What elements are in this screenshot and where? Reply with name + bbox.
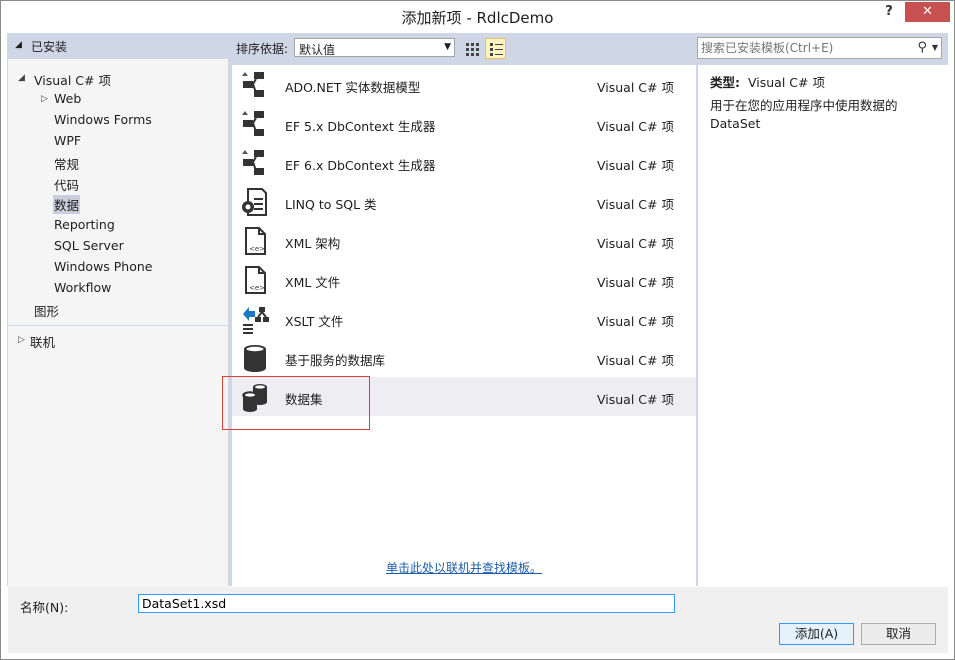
sort-dropdown[interactable]: 默认值 ▼ [294,38,455,57]
small-icons-view-button[interactable] [461,38,482,59]
template-row[interactable]: LINQ to SQL 类 Visual C# 项 [232,182,696,221]
template-type: Visual C# 项 [597,314,674,329]
collapsed-triangle-icon[interactable]: ▷ [41,94,48,104]
linq-to-sql-icon [242,188,267,216]
template-type: Visual C# 项 [597,392,674,407]
search-input[interactable] [701,40,906,56]
name-input[interactable] [138,594,675,613]
template-name: EF 6.x DbContext 生成器 [285,158,436,173]
template-tree: ◢ 已安装 ◢ Visual C# 项 ▷ Web Windows Forms … [8,33,228,587]
description-text: 用于在您的应用程序中使用数据的 DataSet [710,98,898,131]
tree-item-data[interactable]: 数据 [53,195,81,214]
tree-item-code[interactable]: 代码 [54,175,79,194]
online-templates-link[interactable]: 单击此处以联机并查找模板。 [386,559,542,576]
xml-file-icon: <e> [245,266,266,294]
xslt-file-icon [243,307,269,334]
details-view-button[interactable] [485,38,506,59]
xml-schema-icon: <e> [245,227,266,255]
search-templates[interactable]: ⚲ ▼ [697,37,942,59]
svg-text:<e>: <e> [249,245,265,253]
cancel-button[interactable]: 取消 [861,623,936,645]
sort-dropdown-value: 默认值 [299,43,336,57]
tree-header-installed[interactable]: ◢ 已安装 [8,33,228,59]
template-name: EF 5.x DbContext 生成器 [285,119,436,134]
svg-text:<e>: <e> [249,284,265,292]
template-row[interactable]: <e> XML 文件 Visual C# 项 [232,260,696,299]
collapse-triangle-icon: ◢ [15,40,22,50]
add-button[interactable]: 添加(A) [779,623,854,645]
tree-item-sql-server[interactable]: SQL Server [54,238,124,253]
template-row[interactable]: 基于服务的数据库 Visual C# 项 [232,338,696,377]
template-name: XML 架构 [285,236,341,251]
template-name: ADO.NET 实体数据模型 [285,80,421,95]
tree-item-graphics[interactable]: 图形 [34,301,59,320]
template-type: Visual C# 项 [597,158,674,173]
entity-model-icon [242,72,264,97]
expanded-triangle-icon[interactable]: ◢ [18,73,25,83]
database-icon [244,345,266,372]
template-name: XSLT 文件 [285,314,344,329]
tree-item-wpf[interactable]: WPF [54,133,81,148]
description-type-value: Visual C# 项 [748,75,825,90]
description-type-label: 类型: [710,75,740,90]
highlight-annotation-box [222,376,370,430]
template-type: Visual C# 项 [597,197,674,212]
template-row[interactable]: <e> XML 架构 Visual C# 项 [232,221,696,260]
tree-item-reporting[interactable]: Reporting [54,217,115,232]
template-type: Visual C# 项 [597,353,674,368]
dbcontext-generator-icon [242,111,264,136]
tree-divider [8,325,228,326]
template-type: Visual C# 项 [597,236,674,251]
tree-item-web[interactable]: Web [54,91,81,106]
template-type: Visual C# 项 [597,275,674,290]
template-name: XML 文件 [285,275,341,290]
template-name: LINQ to SQL 类 [285,197,377,212]
close-button[interactable]: ✕ [905,2,950,22]
tree-item-general[interactable]: 常规 [54,154,79,173]
tree-item-workflow[interactable]: Workflow [54,280,111,295]
template-row[interactable]: ADO.NET 实体数据模型 Visual C# 项 [232,65,696,104]
tree-item-windows-forms[interactable]: Windows Forms [54,112,152,127]
help-button[interactable]: ? [879,4,899,22]
dbcontext-generator-icon [242,150,264,175]
template-type: Visual C# 项 [597,119,674,134]
chevron-down-icon[interactable]: ▼ [932,43,938,52]
sort-label: 排序依据: [236,42,289,56]
tree-item-windows-phone[interactable]: Windows Phone [54,259,153,274]
collapsed-triangle-icon[interactable]: ▷ [18,335,25,345]
chevron-down-icon: ▼ [444,42,451,52]
title-bar: 添加新项 - RdlcDemo ? ✕ [1,1,954,32]
template-row[interactable]: EF 5.x DbContext 生成器 Visual C# 项 [232,104,696,143]
description-panel [698,65,948,586]
name-label: 名称(N): [20,600,69,615]
window-title: 添加新项 - RdlcDemo [401,9,554,27]
template-row[interactable]: EF 6.x DbContext 生成器 Visual C# 项 [232,143,696,182]
tree-header-label: 已安装 [31,40,68,54]
search-icon[interactable]: ⚲ [917,40,927,55]
template-name: 基于服务的数据库 [285,353,386,368]
tree-item-online[interactable]: 联机 [30,332,55,351]
tree-item-visual-cs[interactable]: Visual C# 项 [34,70,111,89]
template-list: ADO.NET 实体数据模型 Visual C# 项 EF 5.x DbCont… [232,65,696,586]
template-row[interactable]: XSLT 文件 Visual C# 项 [232,299,696,338]
description-type: 类型: Visual C# 项 [710,72,825,91]
template-type: Visual C# 项 [597,80,674,95]
